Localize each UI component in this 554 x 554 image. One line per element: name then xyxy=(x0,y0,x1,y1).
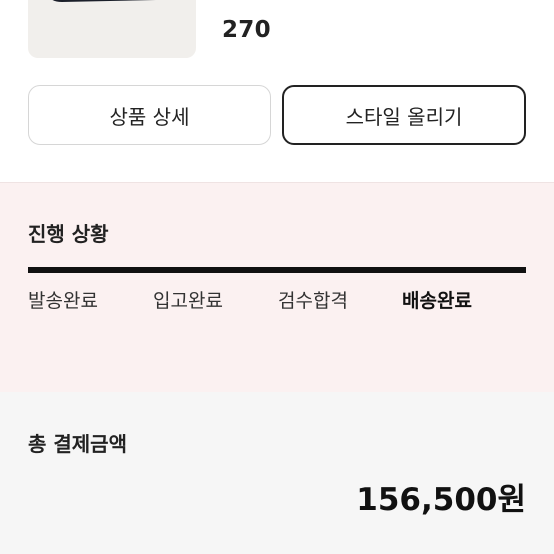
payment-section: 총 결제금액 156,500원 xyxy=(0,392,554,554)
sneaker-image xyxy=(52,0,156,2)
upload-style-button[interactable]: 스타일 올리기 xyxy=(282,85,526,145)
payment-amount: 156,500원 xyxy=(356,482,526,518)
step-received: 입고완료 xyxy=(153,290,223,312)
progress-bar xyxy=(28,267,526,273)
product-section: 270 상품 상세 스타일 올리기 xyxy=(0,0,554,182)
payment-title: 총 결제금액 xyxy=(28,432,127,456)
product-size: 270 xyxy=(222,17,271,43)
step-delivered: 배송완료 xyxy=(402,290,472,312)
progress-bar-fill xyxy=(28,267,526,273)
progress-section: 진행 상황 발송완료 입고완료 검수합격 배송완료 xyxy=(0,182,554,393)
step-inspected: 검수합격 xyxy=(278,290,348,312)
progress-title: 진행 상황 xyxy=(28,222,109,246)
product-thumbnail[interactable] xyxy=(28,0,196,58)
step-shipped: 발송완료 xyxy=(28,290,98,312)
product-detail-button[interactable]: 상품 상세 xyxy=(28,85,271,145)
